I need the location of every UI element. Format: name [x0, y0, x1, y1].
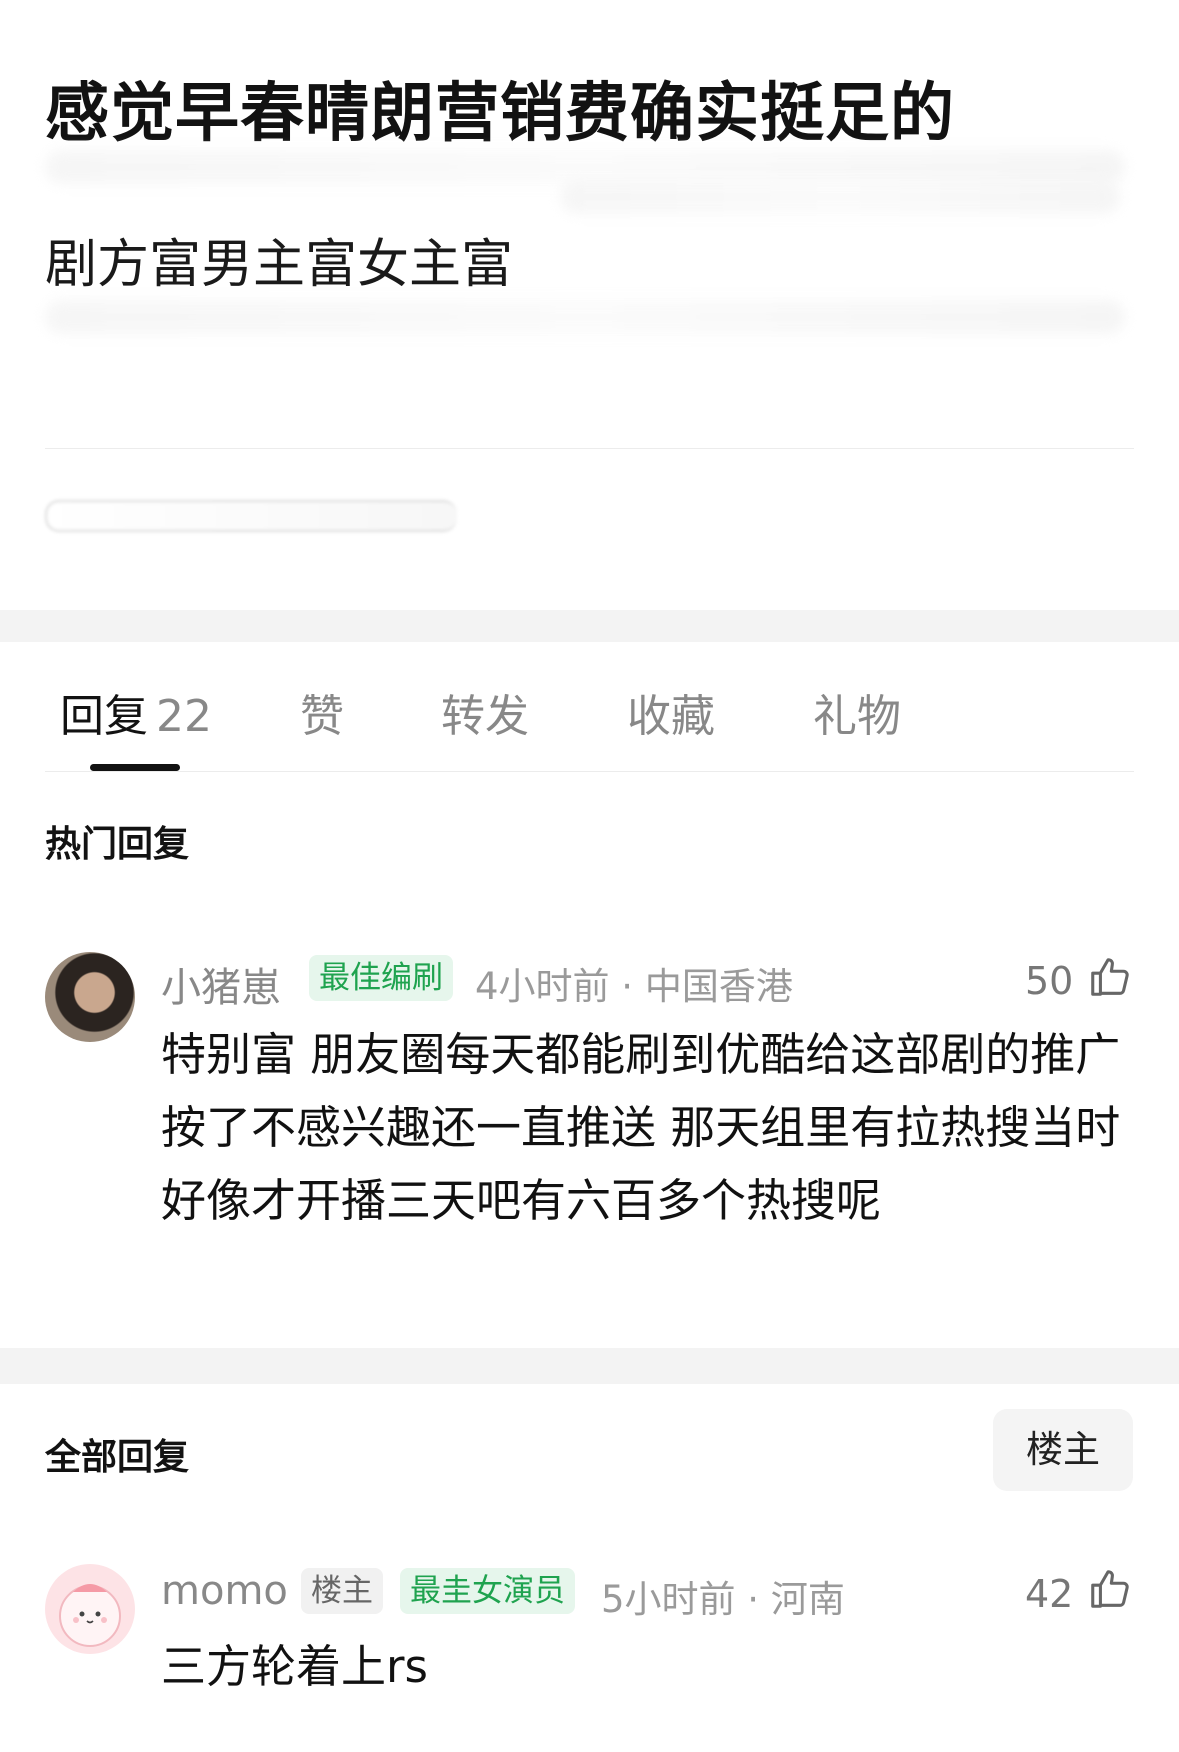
blurred-content	[45, 150, 1125, 184]
post-header: 感觉早春晴朗营销费确实挺足的 剧方富男主富女主富	[0, 0, 1179, 610]
reply-content: 特别富 朋友圈每天都能刷到优酷给这部剧的推广 按了不感兴趣还一直推送 那天组里有…	[161, 1028, 1121, 1227]
tabs-divider	[45, 771, 1134, 772]
user-badge: 最佳编刷	[309, 955, 453, 1001]
avatar-illustration	[59, 1584, 121, 1647]
section-gap	[0, 1348, 1179, 1384]
tab-reply-count: 22	[156, 691, 212, 742]
divider	[45, 448, 1134, 449]
tab-gift-label: 礼物	[813, 691, 901, 742]
blurred-content	[45, 300, 1125, 334]
username[interactable]: 小猪崽	[161, 955, 281, 1013]
like-count: 50	[1025, 959, 1074, 1003]
tab-favorite[interactable]: 收藏	[627, 680, 715, 744]
tab-indicator	[90, 764, 180, 771]
reply-time-location: 5小时前 · 河南	[601, 1578, 845, 1621]
tab-reply-label: 回复	[60, 691, 148, 742]
tab-share-label: 转发	[441, 691, 529, 742]
thumbs-up-icon[interactable]	[1087, 954, 1133, 1000]
reply-time-location: 4小时前 · 中国香港	[475, 965, 793, 1008]
tab-share[interactable]: 转发	[441, 680, 529, 744]
section-gap	[0, 610, 1179, 642]
op-filter-button[interactable]: 楼主	[993, 1409, 1133, 1491]
hot-replies-title: 热门回复	[45, 824, 190, 865]
blurred-tag	[45, 500, 457, 532]
user-badge: 最圭女演员	[400, 1568, 575, 1614]
like-count: 42	[1025, 1572, 1074, 1616]
post-title: 感觉早春晴朗营销费确实挺足的	[45, 77, 955, 151]
tab-like-label: 赞	[300, 691, 344, 742]
avatar[interactable]	[45, 952, 135, 1042]
op-badge: 楼主	[301, 1568, 383, 1614]
all-replies-title: 全部回复	[45, 1437, 190, 1478]
tab-reply[interactable]: 回复 22	[60, 680, 212, 744]
blurred-content	[560, 180, 1120, 214]
username[interactable]: momo	[161, 1568, 288, 1614]
thumbs-up-icon[interactable]	[1087, 1566, 1133, 1612]
tab-like[interactable]: 赞	[300, 680, 344, 744]
avatar[interactable]	[45, 1564, 135, 1654]
tab-gift[interactable]: 礼物	[813, 680, 901, 744]
reply-content: 三方轮着上rs	[161, 1640, 428, 1693]
tab-favorite-label: 收藏	[627, 691, 715, 742]
post-body: 剧方富男主富女主富	[45, 235, 514, 295]
